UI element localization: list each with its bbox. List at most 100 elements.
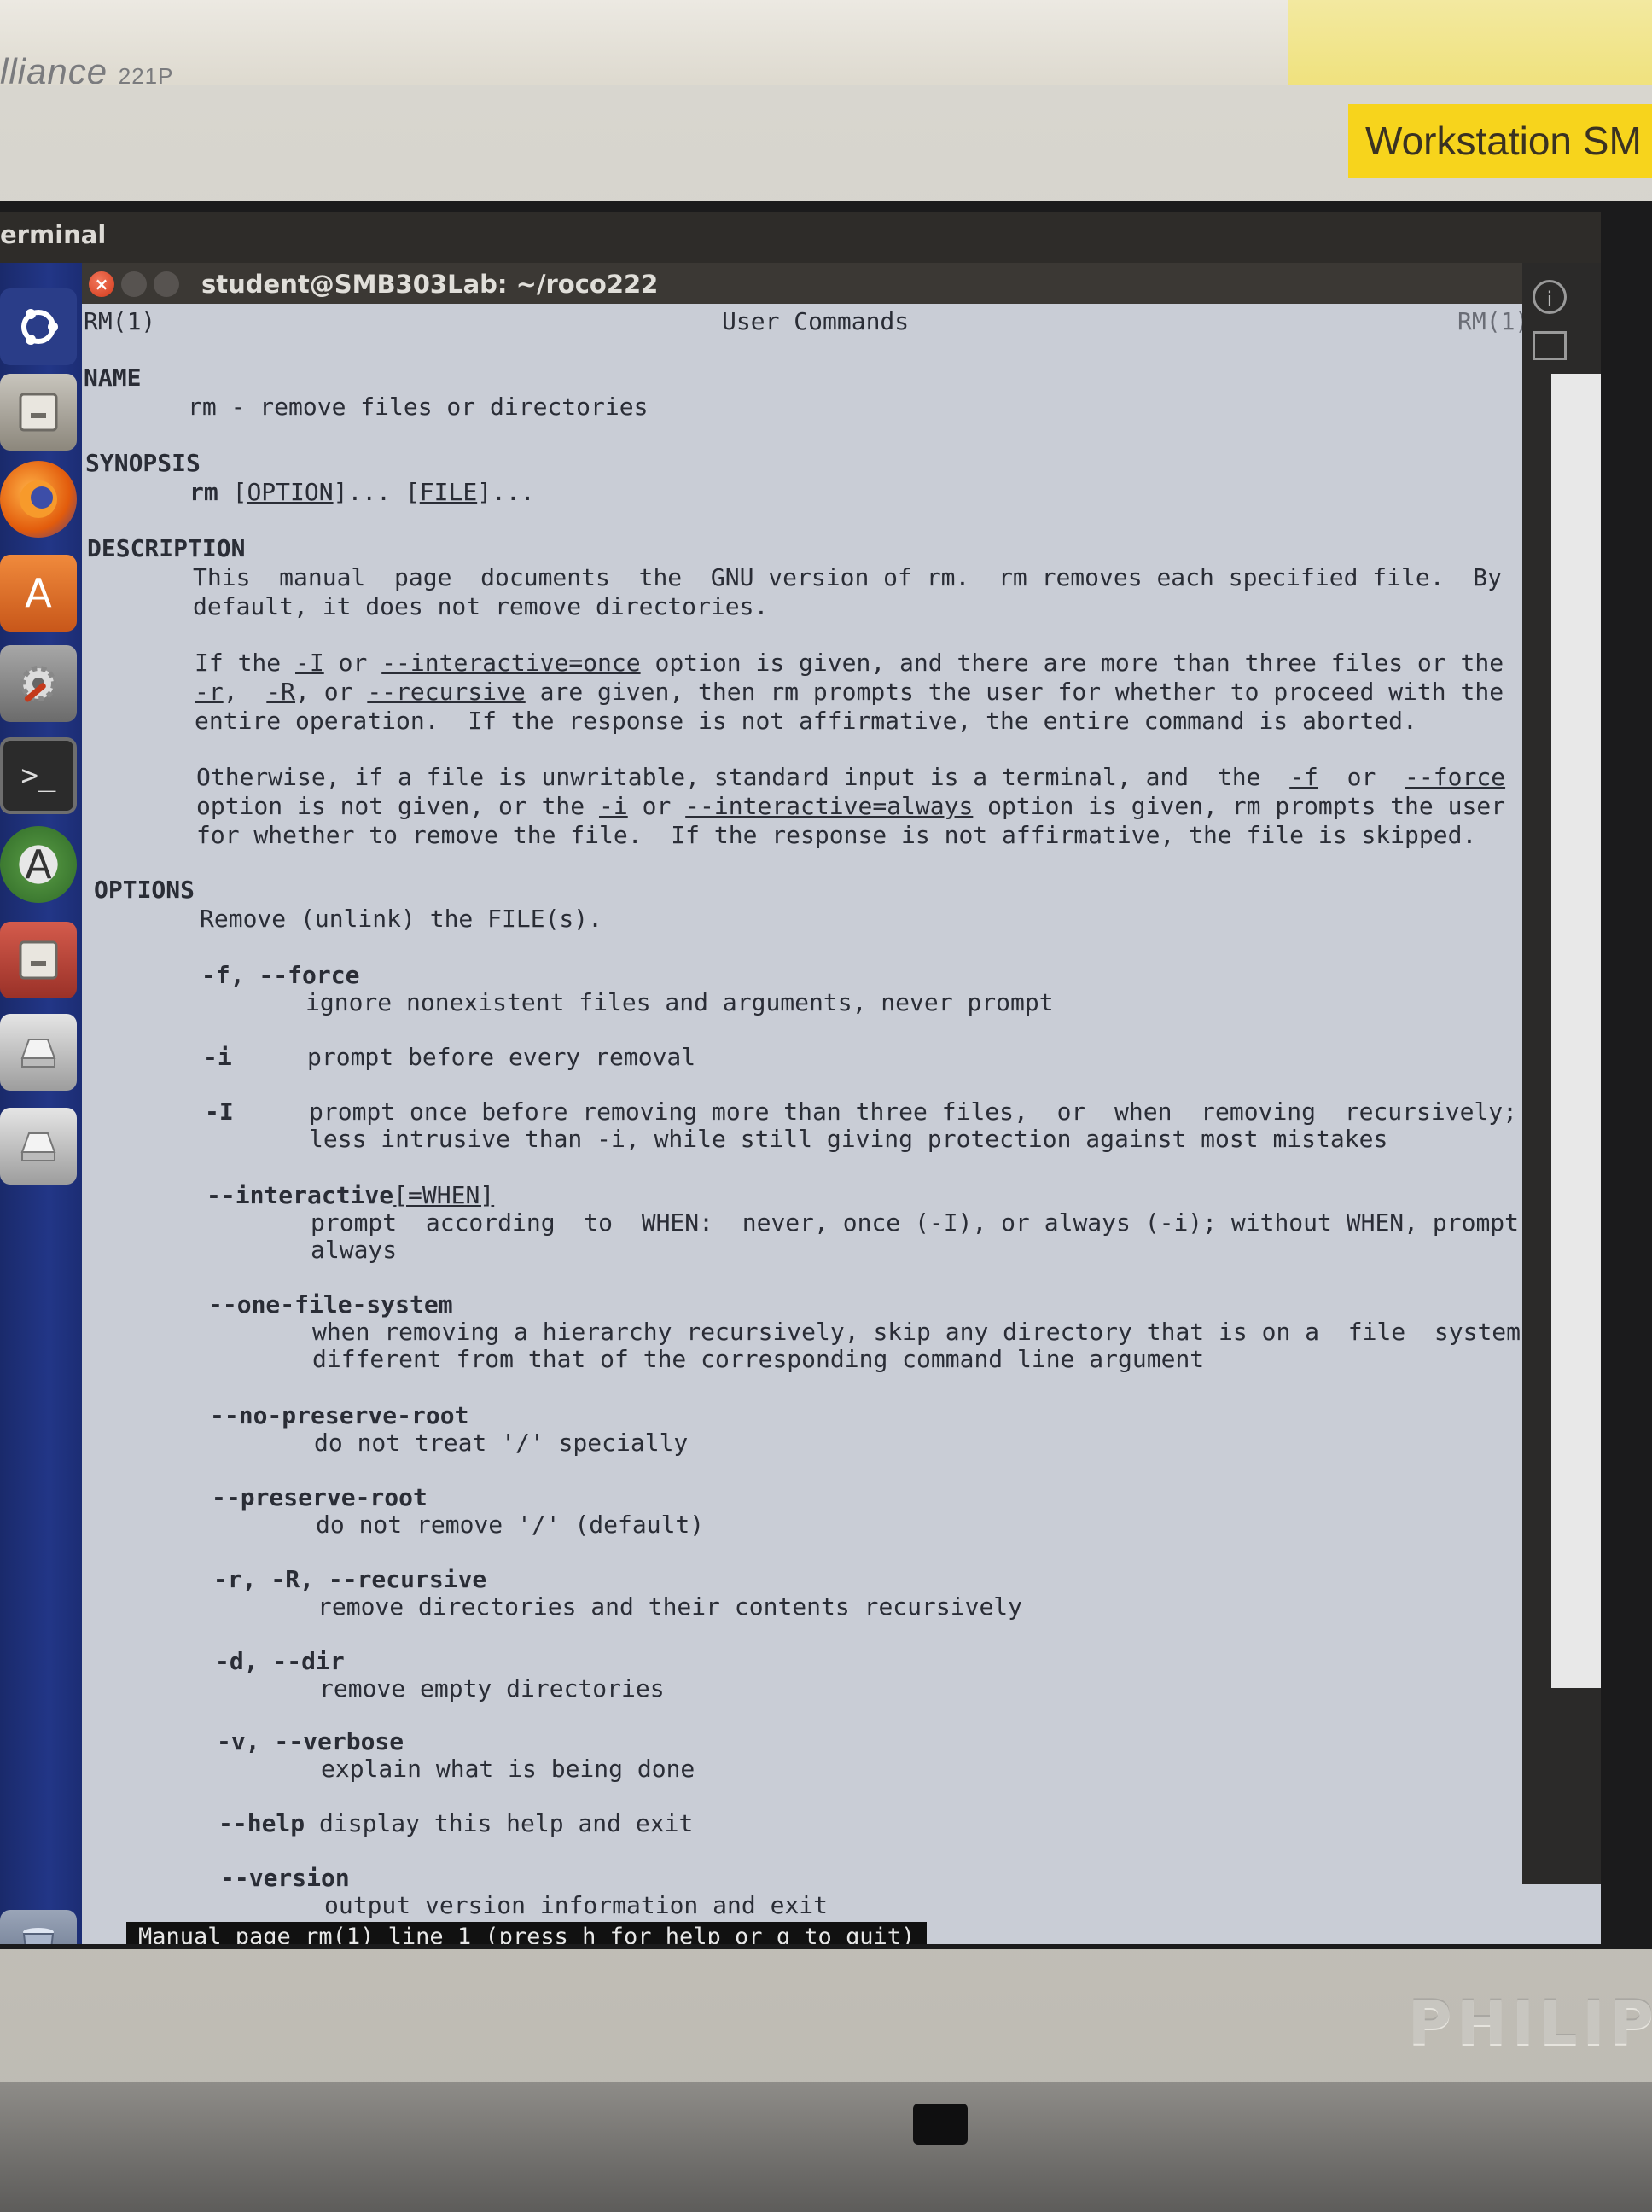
option-flag-dir: -d, --dir bbox=[215, 1647, 345, 1675]
option-desc-force: ignore nonexistent files and arguments, … bbox=[305, 988, 1054, 1016]
wall-sticker bbox=[1288, 0, 1652, 94]
layout-icon[interactable] bbox=[1533, 331, 1567, 360]
software-updater-launcher[interactable]: A bbox=[0, 826, 77, 903]
options-intro: Remove (unlink) the FILE(s). bbox=[200, 905, 603, 933]
terminal-content[interactable]: RM(1) User Commands RM(1) NAME rm - remo… bbox=[82, 304, 1601, 1944]
option-flag-version: --version bbox=[220, 1864, 350, 1892]
option-desc-one-file-system-line2: different from that of the corresponding… bbox=[312, 1345, 1205, 1373]
top-panel: erminal bbox=[0, 212, 1601, 263]
desc-p3-line2: option is not given, or the -i or --inte… bbox=[196, 792, 1506, 820]
monitor-logo: PHILIPS bbox=[1408, 1988, 1652, 2058]
option-flag-recursive: -r, -R, --recursive bbox=[213, 1565, 487, 1593]
option-link-R: -R bbox=[266, 678, 296, 706]
option-link-I: -I bbox=[295, 649, 324, 677]
hard-drive-icon bbox=[20, 1132, 56, 1161]
synopsis-command: rm bbox=[189, 478, 218, 506]
man-header-right: RM(1) bbox=[1457, 307, 1530, 335]
terminal-window: × student@SMB303Lab: ~/roco222 RM(1) Use… bbox=[82, 263, 1601, 1944]
info-icon[interactable]: i bbox=[1533, 280, 1567, 314]
option-desc-dir: remove empty directories bbox=[319, 1674, 665, 1703]
option-desc-no-preserve-root: do not treat '/' specially bbox=[314, 1429, 689, 1457]
option-link-i: -i bbox=[599, 792, 628, 820]
option-desc-i: prompt before every removal bbox=[307, 1043, 696, 1071]
file-cabinet-icon bbox=[19, 940, 58, 980]
option-flag-I: -I bbox=[205, 1097, 234, 1126]
minimize-button[interactable] bbox=[121, 271, 147, 297]
desc-p2-line1: If the -I or --interactive=once option i… bbox=[195, 649, 1504, 677]
man-header-left: RM(1) bbox=[84, 307, 156, 335]
section-heading-description: DESCRIPTION bbox=[87, 534, 246, 562]
option-desc-help: display this help and exit bbox=[319, 1809, 694, 1837]
man-page: RM(1) User Commands RM(1) NAME rm - remo… bbox=[82, 304, 1601, 1944]
updates-icon: A bbox=[25, 841, 52, 888]
window-title: student@SMB303Lab: ~/roco222 bbox=[201, 270, 659, 299]
option-desc-interactive-line2: always bbox=[311, 1236, 398, 1264]
synopsis-line: rm [OPTION]... [FILE]... bbox=[189, 478, 535, 506]
ubuntu-logo-icon bbox=[21, 309, 58, 345]
option-flag-help: --help bbox=[218, 1809, 305, 1837]
trash-launcher[interactable] bbox=[0, 1910, 77, 1944]
option-flag-interactive: --interactive[=WHEN] bbox=[206, 1181, 495, 1209]
desc-p2-line3: entire operation. If the response is not… bbox=[195, 707, 1417, 735]
monitor-stand bbox=[0, 2082, 1652, 2212]
shopping-bag-icon: A bbox=[25, 570, 52, 616]
synopsis-file: FILE bbox=[419, 478, 478, 506]
option-desc-recursive: remove directories and their contents re… bbox=[317, 1592, 1023, 1621]
desc-p3-line1: Otherwise, if a file is unwritable, stan… bbox=[196, 763, 1506, 791]
desc-p2-line2: -r, -R, or --recursive are given, then r… bbox=[195, 678, 1504, 706]
option-link-force: --force bbox=[1405, 763, 1506, 791]
window-titlebar: × student@SMB303Lab: ~/roco222 bbox=[82, 263, 1601, 304]
trash-can-icon bbox=[22, 1928, 55, 1944]
option-desc-one-file-system-line1: when removing a hierarchy recursively, s… bbox=[312, 1318, 1521, 1346]
terminal-prompt-icon: >_ bbox=[20, 759, 56, 793]
option-link-interactive-always: --interactive=always bbox=[685, 792, 974, 820]
firefox-launcher[interactable] bbox=[0, 461, 77, 538]
option-flag-no-preserve-root: --no-preserve-root bbox=[210, 1401, 469, 1429]
asset-label: Workstation SM bbox=[1348, 104, 1652, 178]
system-settings-launcher[interactable] bbox=[0, 645, 77, 722]
drive-1-launcher[interactable] bbox=[0, 1014, 77, 1091]
file-cabinet-icon bbox=[19, 393, 58, 432]
pager-status-line: Manual page rm(1) line 1 (press h for he… bbox=[126, 1922, 928, 1944]
option-link-f: -f bbox=[1289, 763, 1318, 791]
dash-button[interactable] bbox=[0, 288, 77, 365]
option-desc-version: output version information and exit bbox=[324, 1891, 829, 1919]
section-heading-options: OPTIONS bbox=[94, 876, 195, 904]
side-panel-sheet bbox=[1551, 374, 1601, 1688]
launcher: A >_ A bbox=[0, 263, 82, 1944]
power-button[interactable] bbox=[913, 2104, 968, 2145]
maximize-button[interactable] bbox=[154, 271, 179, 297]
option-link-r: -r bbox=[195, 678, 224, 706]
option-flag-preserve-root: --preserve-root bbox=[212, 1483, 428, 1511]
synopsis-option: OPTION bbox=[247, 478, 334, 506]
gear-icon bbox=[20, 666, 56, 702]
section-heading-name: NAME bbox=[84, 364, 142, 392]
option-flag-one-file-system: --one-file-system bbox=[208, 1290, 453, 1318]
brand-label: lliance 221P bbox=[0, 51, 174, 91]
option-desc-verbose: explain what is being done bbox=[321, 1755, 695, 1783]
close-button[interactable]: × bbox=[89, 271, 114, 297]
desc-p1-line2: default, it does not remove directories. bbox=[193, 592, 769, 620]
software-center-launcher[interactable]: A bbox=[0, 555, 77, 632]
screen: erminal A >_ A × student@SMB303Lab: ~/ro… bbox=[0, 212, 1601, 1944]
option-desc-I-line2: less intrusive than -i, while still givi… bbox=[309, 1125, 1388, 1153]
option-flag-i: -i bbox=[203, 1043, 232, 1071]
desc-p3-line3: for whether to remove the file. If the r… bbox=[196, 821, 1477, 849]
firefox-icon bbox=[20, 480, 57, 518]
option-flag-force: -f, --force bbox=[201, 961, 360, 989]
files-2-launcher[interactable] bbox=[0, 922, 77, 998]
option-desc-I-line1: prompt once before removing more than th… bbox=[309, 1097, 1518, 1126]
option-link-interactive-once: --interactive=once bbox=[381, 649, 641, 677]
option-desc-preserve-root: do not remove '/' (default) bbox=[316, 1511, 705, 1539]
top-panel-title: erminal bbox=[0, 220, 107, 249]
drive-2-launcher[interactable] bbox=[0, 1108, 77, 1185]
name-text: rm - remove files or directories bbox=[188, 393, 649, 421]
option-desc-interactive-line1: prompt according to WHEN: never, once (-… bbox=[311, 1208, 1520, 1237]
files-launcher[interactable] bbox=[0, 374, 77, 451]
hard-drive-icon bbox=[20, 1039, 56, 1068]
desc-p1-line1: This manual page documents the GNU versi… bbox=[193, 563, 1503, 591]
close-icon: × bbox=[94, 274, 109, 294]
terminal-launcher[interactable]: >_ bbox=[0, 737, 77, 814]
option-help: --help display this help and exit bbox=[218, 1809, 693, 1837]
section-heading-synopsis: SYNOPSIS bbox=[85, 449, 201, 477]
